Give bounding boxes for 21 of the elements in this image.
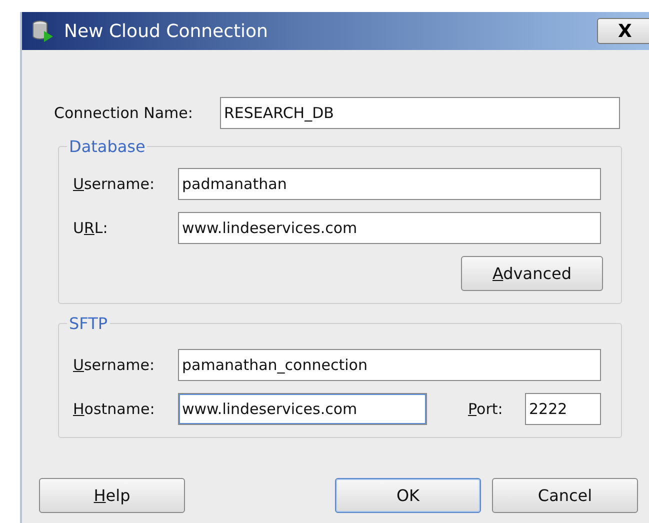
dialog-button[interactable]: OK <box>335 478 481 513</box>
group-title: SFTP <box>68 314 108 333</box>
field-label: URL: <box>73 219 109 237</box>
text-field[interactable]: www.lindeservices.com <box>178 212 601 244</box>
dialog-button[interactable]: Help <box>39 478 185 513</box>
close-button[interactable]: X <box>597 18 649 44</box>
connection-name-field[interactable]: RESEARCH_DB <box>220 97 620 129</box>
field-label: Port: <box>468 400 504 418</box>
port-field[interactable]: 2222 <box>525 393 601 425</box>
field-label: Hostname: <box>73 400 156 418</box>
text-field[interactable]: pamanathan_connection <box>178 349 601 381</box>
advanced-button[interactable]: Advanced <box>461 256 603 291</box>
field-label: Connection Name: <box>54 104 194 122</box>
dialog-button[interactable]: Cancel <box>492 478 638 513</box>
text-field[interactable]: padmanathan <box>178 168 601 200</box>
group-title: Database <box>68 137 146 156</box>
field-label: Username: <box>73 175 156 193</box>
window-title: New Cloud Connection <box>64 20 269 42</box>
text-field[interactable]: www.lindeservices.com <box>178 393 427 425</box>
field-label: Username: <box>73 356 156 374</box>
database-icon <box>32 20 54 42</box>
